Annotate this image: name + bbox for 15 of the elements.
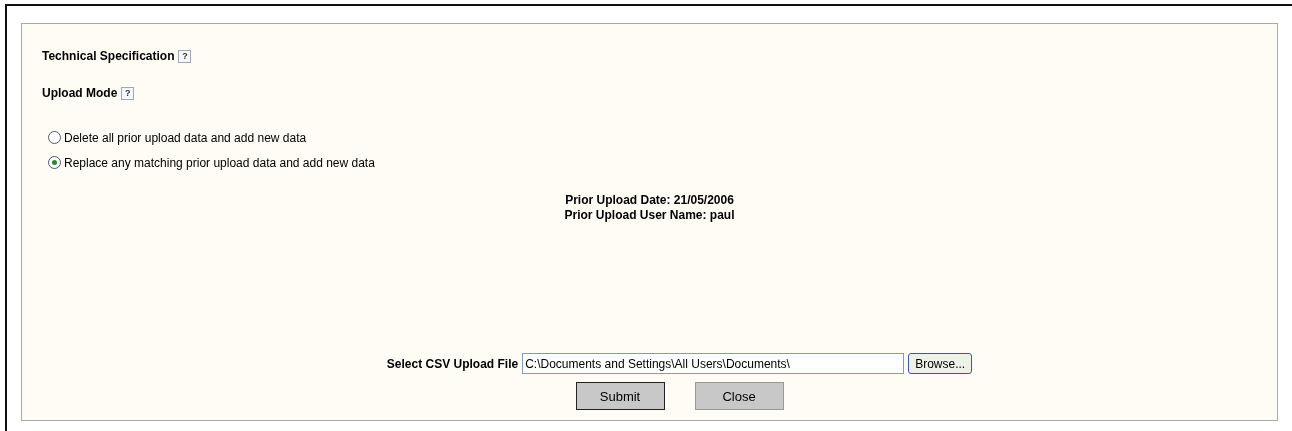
help-button[interactable]: ?	[178, 49, 192, 63]
section-title: Upload Mode	[42, 86, 118, 100]
radio-label[interactable]: Replace any matching prior upload data and add new data	[64, 155, 375, 170]
radio-button[interactable]	[48, 131, 61, 144]
close-button[interactable]: Close	[694, 382, 784, 410]
help-button[interactable]: ?	[121, 86, 135, 100]
radio-label[interactable]: Delete all prior upload data and add new data	[64, 130, 307, 145]
section-title: Technical Specification	[42, 49, 175, 63]
info-text: Prior Upload User Name: paul	[563, 208, 736, 223]
field-label: Select CSV Upload File	[386, 356, 519, 371]
submit-button[interactable]: Submit	[575, 382, 665, 410]
info-text: Prior Upload Date: 21/05/2006	[564, 193, 735, 208]
browse-button[interactable]: Browse...	[908, 353, 973, 374]
file-path-field[interactable]: C:\Documents and Settings\All Users\Documents\	[522, 353, 905, 374]
radio-button[interactable]	[48, 156, 61, 169]
